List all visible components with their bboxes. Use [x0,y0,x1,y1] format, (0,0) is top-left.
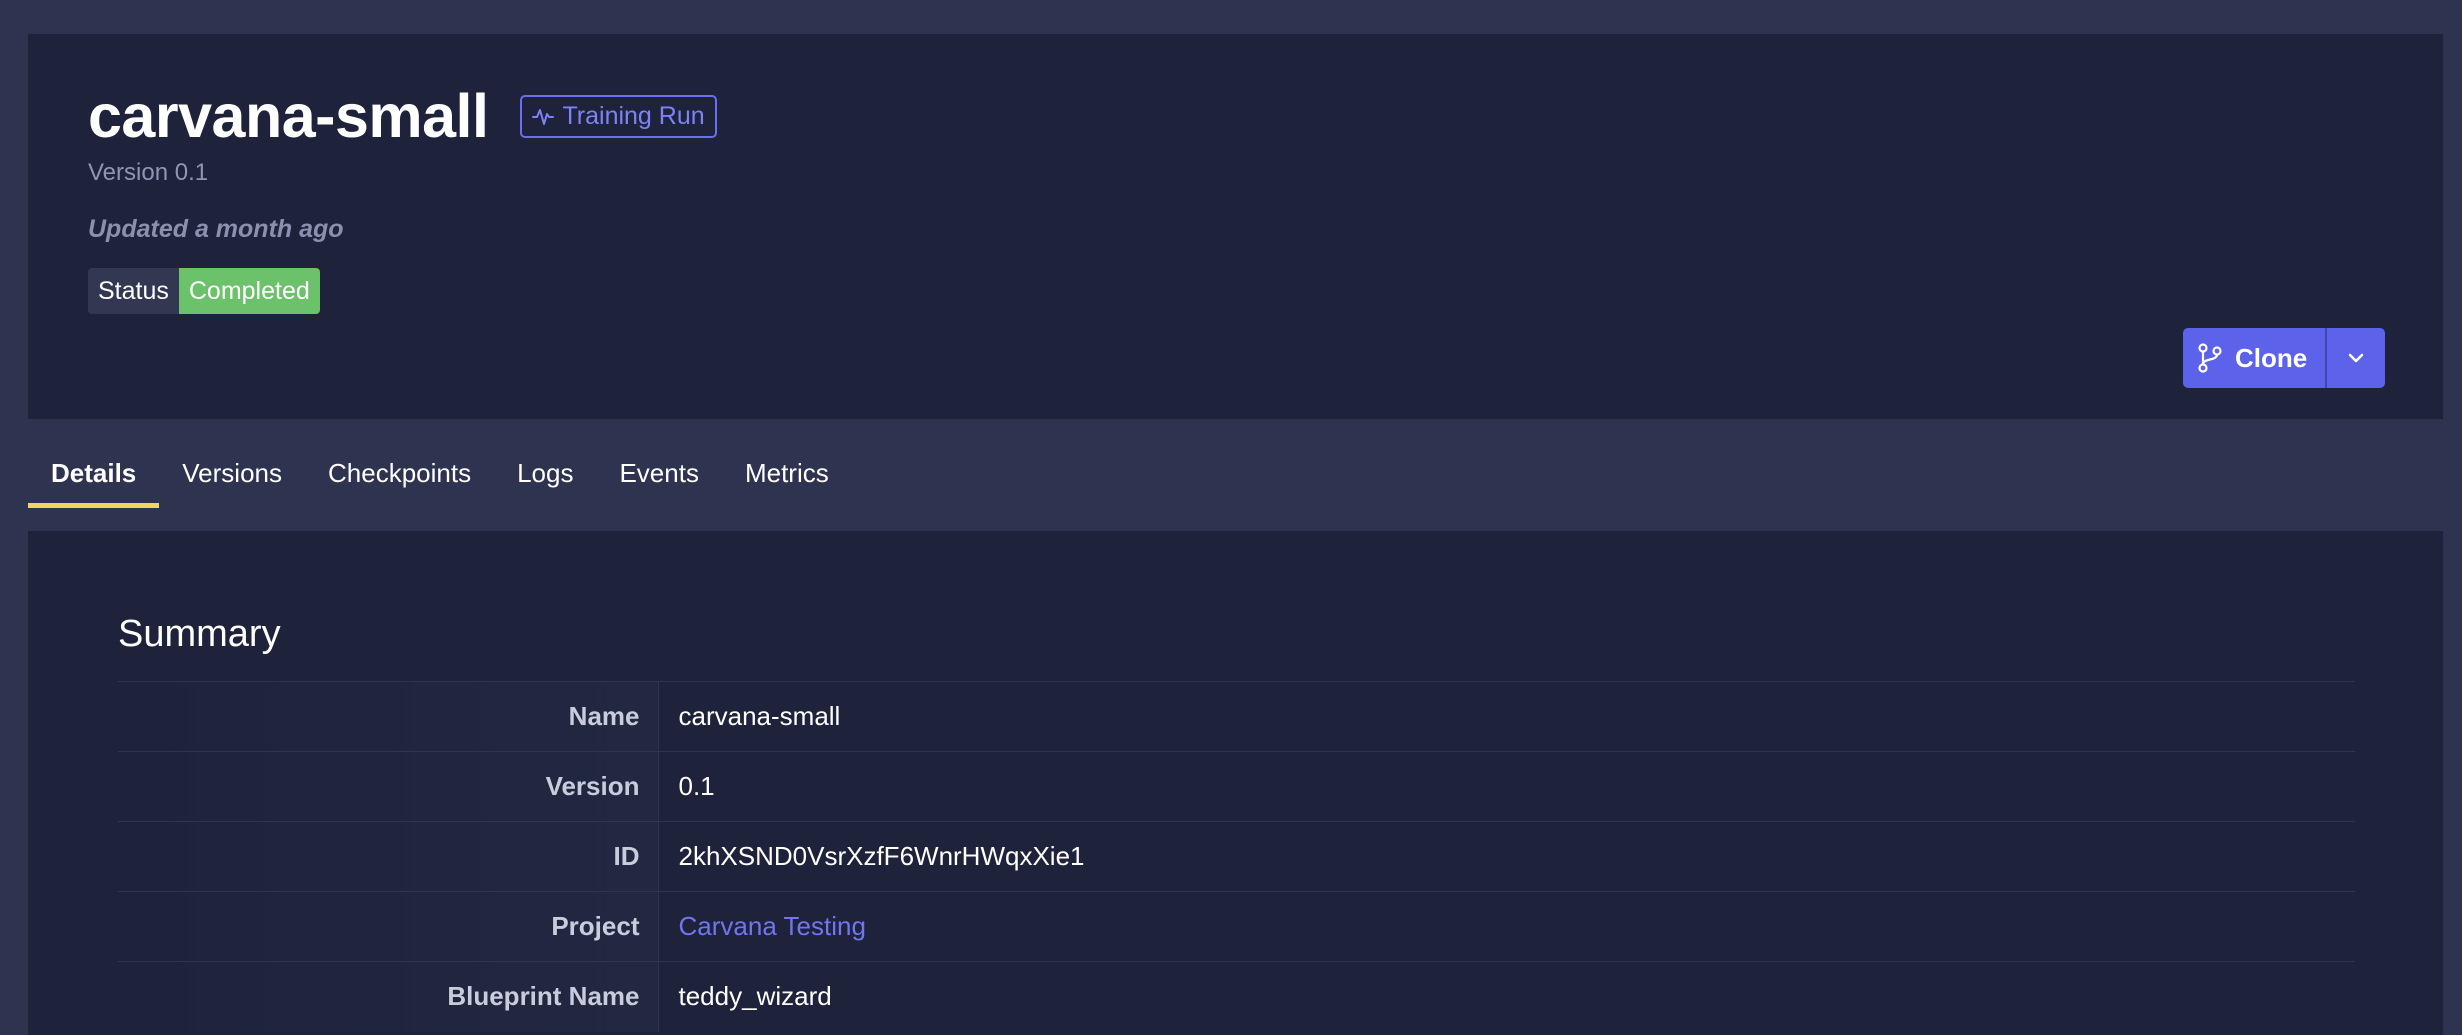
row-value-id: 2khXSND0VsrXzfF6WnrHWqxXie1 [678,841,1085,871]
tab-events[interactable]: Events [596,440,722,508]
details-panel: Summary Name carvana-small Version 0.1 I… [28,531,2443,1035]
table-row: Name carvana-small [118,681,2355,752]
chevron-down-icon [2348,353,2364,363]
project-link[interactable]: Carvana Testing [658,892,2355,962]
status-value: Completed [178,268,320,314]
table-row: ID 2khXSND0VsrXzfF6WnrHWqxXie1 [118,821,2355,892]
summary-heading: Summary [118,613,281,655]
tab-logs[interactable]: Logs [494,440,596,508]
row-value-blueprint-name: teddy_wizard [678,981,832,1012]
badge-label: Training Run [562,102,705,130]
table-row: Blueprint Name teddy_wizard [118,961,2355,1032]
table-row: Project Carvana Testing [118,891,2355,962]
clone-button[interactable]: Clone [2183,328,2328,388]
row-value-version: 0.1 [678,771,715,801]
row-key-version: Version [118,751,659,822]
tab-checkpoints[interactable]: Checkpoints [305,440,494,508]
summary-table: Name carvana-small Version 0.1 ID 2khXSN… [118,681,2355,1032]
row-value-name: carvana-small [678,701,841,731]
clone-options-dropdown[interactable] [2327,328,2386,388]
tab-versions[interactable]: Versions [159,440,305,508]
title-row: carvana-small Training Run [88,86,717,147]
run-header-panel: carvana-small Training Run Version 0.1 U… [28,34,2443,419]
version-subtitle: Version 0.1 [88,159,209,186]
row-key-blueprint-name: Blueprint Name [118,961,659,1032]
tab-metrics[interactable]: Metrics [722,440,852,508]
clone-label: Clone [2235,342,2308,373]
git-branch-icon [2198,343,2222,373]
status-badge: Status Completed [88,268,320,314]
table-row: Version 0.1 [118,751,2355,822]
row-key-project: Project [118,891,659,962]
tab-details[interactable]: Details [28,440,160,508]
row-key-name: Name [118,681,659,752]
status-label: Status [88,268,179,314]
activity-pulse-icon [532,108,555,125]
training-run-badge: Training Run [520,95,717,138]
tab-bar: Details Versions Checkpoints Logs Events… [28,440,852,508]
clone-button-group: Clone [2183,328,2386,388]
updated-timestamp: Updated a month ago [88,215,344,243]
row-key-id: ID [118,821,659,892]
page-title: carvana-small [88,82,489,150]
